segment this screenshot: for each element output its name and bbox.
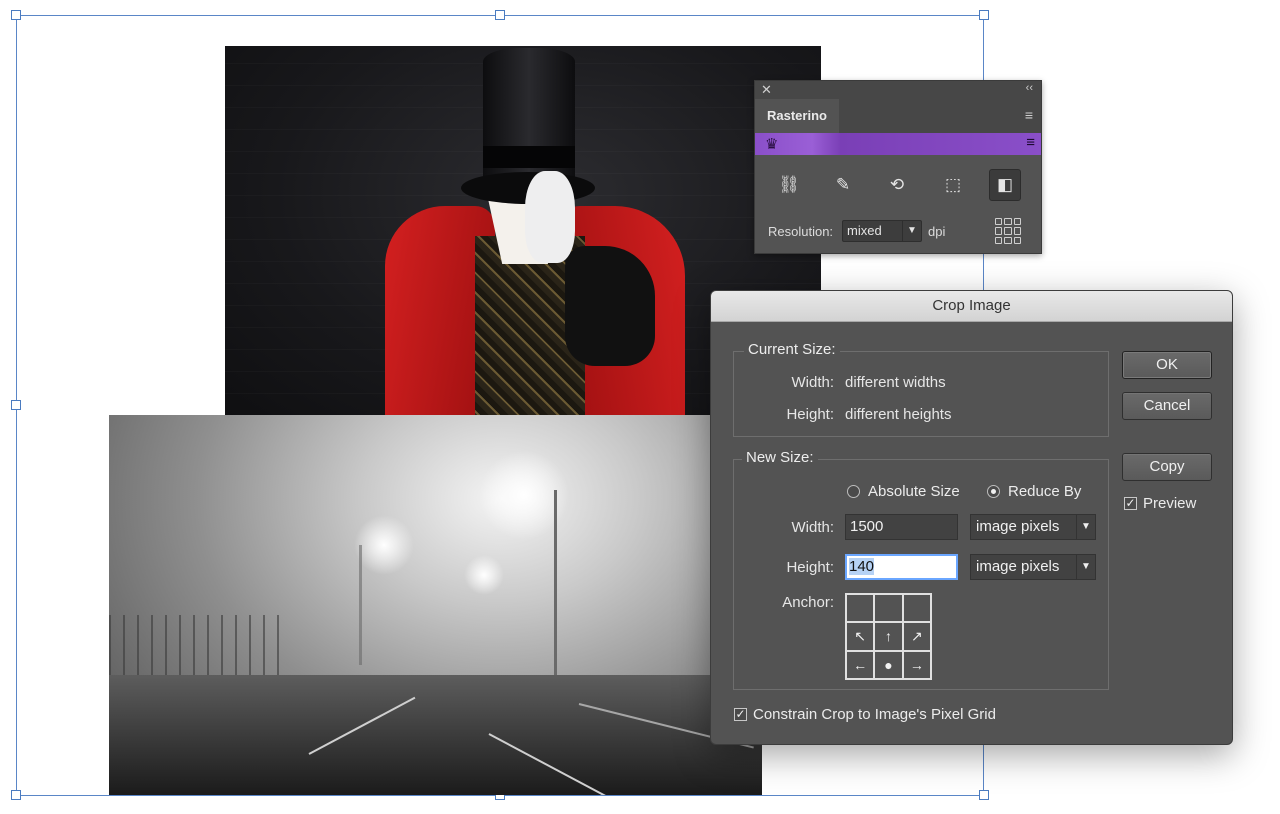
height-unit-select[interactable]: image pixels ▼ [970, 554, 1096, 580]
hat-band [483, 146, 575, 168]
copy-button[interactable]: Copy [1122, 453, 1212, 481]
dpi-label: dpi [928, 224, 946, 239]
panel-header: ✕ ‹‹ [755, 81, 1041, 99]
anchor-middle-center[interactable]: ↑ [874, 622, 903, 651]
road [109, 675, 762, 795]
white-glove [525, 171, 575, 263]
anchor-bottom-right[interactable]: → [902, 650, 931, 679]
tab-rasterino[interactable]: Rasterino [755, 99, 839, 133]
chevron-down-icon: ▼ [1076, 515, 1095, 539]
chevron-down-icon: ▼ [1076, 555, 1095, 579]
current-height-label: Height: [786, 406, 834, 423]
black-sleeve [565, 246, 655, 366]
street-light-pole [359, 545, 362, 665]
resize-handle-top-left[interactable] [11, 10, 21, 20]
radio-dot [847, 485, 860, 498]
anchor-top-left[interactable] [846, 594, 875, 623]
grid-cell [1013, 218, 1021, 226]
new-height-label: Height: [786, 559, 834, 576]
brush-image-icon[interactable]: ✎ [827, 169, 859, 201]
reduce-by-label: Reduce By [1008, 483, 1082, 500]
current-size-title: Current Size: [744, 341, 840, 358]
dialog-title: Crop Image [711, 291, 1232, 322]
chevron-down-icon: ▼ [902, 221, 921, 241]
anchor-bottom-center[interactable]: ● [874, 650, 903, 679]
absolute-size-radio[interactable]: Absolute Size [847, 483, 960, 500]
resolution-value: mixed [847, 223, 882, 238]
new-size-title: New Size: [742, 449, 818, 466]
grid-cell [1004, 236, 1012, 244]
grid-cell [1013, 236, 1021, 244]
crop-image-dialog: Crop Image Current Size: Width: differen… [710, 290, 1233, 745]
resize-handle-top-center[interactable] [495, 10, 505, 20]
constrain-label: Constrain Crop to Image's Pixel Grid [753, 706, 996, 723]
preview-checkbox[interactable]: ✓ Preview [1124, 495, 1196, 512]
height-value-selected: 140 [849, 558, 875, 575]
street-light-pole [554, 490, 557, 680]
brand-bar: ♛ ≡ [755, 133, 1041, 155]
split-image-icon[interactable]: ◧ [989, 169, 1021, 201]
resolution-label: Resolution: [768, 224, 834, 239]
resize-handle-bottom-right[interactable] [979, 790, 989, 800]
current-height-value: different heights [845, 406, 952, 423]
checkbox-box: ✓ [734, 707, 747, 721]
tool-row: ⛓ ✎ ⟲ ⬚ ◧ [769, 169, 1031, 203]
brand-menu-icon[interactable]: ≡ [1026, 134, 1035, 151]
new-width-input[interactable]: 1500 [845, 514, 958, 540]
ok-button[interactable]: OK [1122, 351, 1212, 379]
preview-label: Preview [1143, 495, 1197, 512]
anchor-top-center[interactable] [874, 594, 903, 623]
anchor-top-right[interactable] [902, 594, 931, 623]
foggy-street-photo[interactable] [109, 415, 762, 795]
resize-handle-top-right[interactable] [979, 10, 989, 20]
grid-cell [1004, 218, 1012, 226]
new-width-label: Width: [791, 519, 834, 536]
rotate-image-icon[interactable]: ⟲ [881, 169, 913, 201]
height-unit-value: image pixels [976, 558, 1060, 575]
current-width-value: different widths [845, 374, 946, 391]
anchor-grid-icon[interactable] [995, 218, 1021, 244]
resize-handle-bottom-left[interactable] [11, 790, 21, 800]
anchor-middle-left[interactable]: ↖ [846, 622, 875, 651]
close-icon[interactable]: ✕ [761, 82, 772, 98]
constrain-checkbox[interactable]: ✓ Constrain Crop to Image's Pixel Grid [734, 706, 996, 723]
current-width-label: Width: [791, 374, 834, 391]
collapse-icon[interactable]: ‹‹ [1026, 82, 1033, 94]
crop-frame-icon[interactable]: ⬚ [937, 169, 969, 201]
width-unit-value: image pixels [976, 518, 1060, 535]
grid-cell [1013, 227, 1021, 235]
radio-dot-selected [987, 485, 1000, 498]
reduce-by-radio[interactable]: Reduce By [987, 483, 1081, 500]
cancel-button[interactable]: Cancel [1122, 392, 1212, 420]
anchor-middle-right[interactable]: ↗ [902, 622, 931, 651]
panel-menu-icon[interactable]: ≡ [1025, 107, 1033, 123]
grid-cell [1004, 227, 1012, 235]
width-unit-select[interactable]: image pixels ▼ [970, 514, 1096, 540]
anchor-bottom-left[interactable]: ← [846, 650, 875, 679]
anchor-grid[interactable]: ↖ ↑ ↗ ← ● → [845, 593, 932, 680]
new-height-input[interactable]: 140 [845, 554, 958, 580]
street-light-glow [354, 515, 414, 575]
anchor-label: Anchor: [782, 594, 834, 611]
absolute-size-label: Absolute Size [868, 483, 960, 500]
current-size-group: Current Size: Width: different widths He… [733, 341, 1109, 437]
rasterino-panel: ✕ ‹‹ Rasterino ≡ ♛ ≡ ⛓ ✎ ⟲ ⬚ ◧ Resolutio… [754, 80, 1042, 254]
grid-cell [995, 227, 1003, 235]
grid-cell [995, 218, 1003, 226]
grid-cell [995, 236, 1003, 244]
link-image-icon[interactable]: ⛓ [773, 169, 805, 201]
crown-icon: ♛ [765, 136, 779, 153]
street-light-glow [464, 555, 504, 595]
resolution-select[interactable]: mixed ▼ [842, 220, 922, 242]
resize-handle-middle-left[interactable] [11, 400, 21, 410]
checkbox-box: ✓ [1124, 496, 1137, 510]
panel-tab-bar: Rasterino ≡ [755, 99, 1041, 133]
